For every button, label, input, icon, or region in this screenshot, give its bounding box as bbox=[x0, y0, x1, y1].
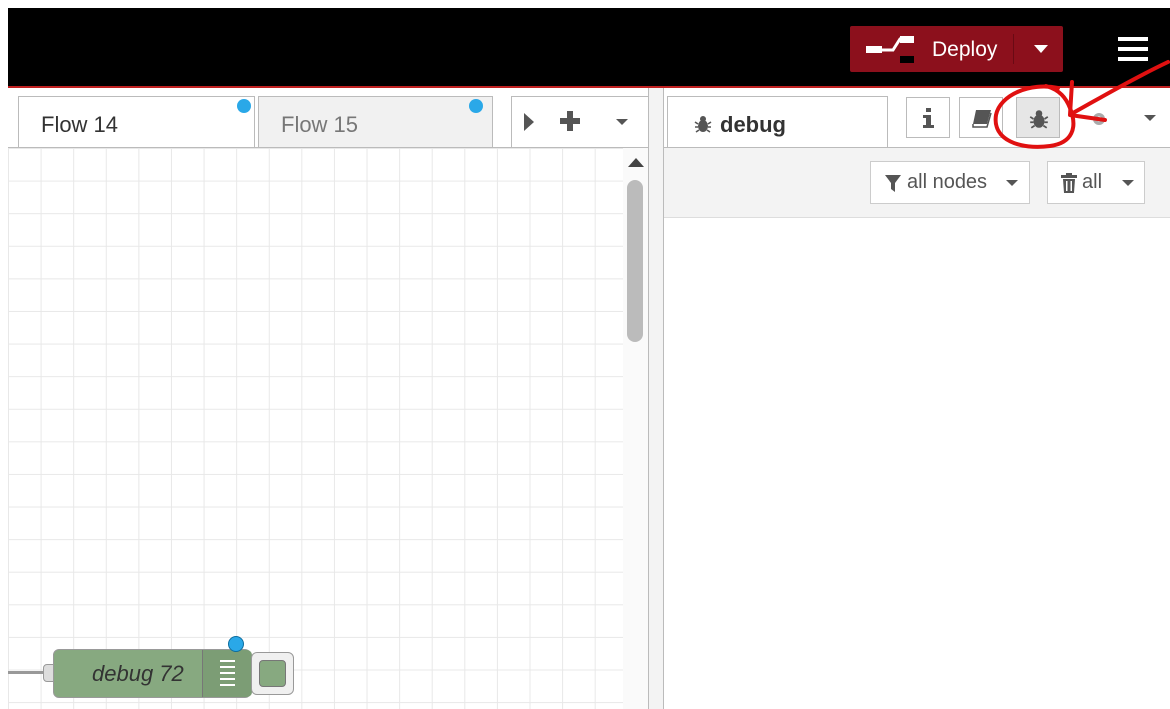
tab-label: Flow 15 bbox=[281, 112, 359, 137]
deploy-icon bbox=[866, 36, 914, 63]
scrollbar-thumb[interactable] bbox=[627, 180, 643, 342]
changed-dot-icon bbox=[237, 99, 251, 113]
debug-node[interactable]: debug 72 bbox=[53, 649, 252, 698]
debug-button[interactable] bbox=[1016, 97, 1060, 138]
deploy-label: Deploy bbox=[932, 38, 998, 61]
tab-debug[interactable]: debug bbox=[667, 96, 888, 149]
caret-down-icon[interactable] bbox=[1144, 115, 1156, 121]
sidebar-separator[interactable] bbox=[648, 88, 664, 709]
help-book-icon bbox=[972, 110, 992, 128]
clear-label: all bbox=[1082, 171, 1103, 193]
tab-flow-14[interactable]: Flow 14 bbox=[18, 96, 255, 150]
sidebar-tabs: debug bbox=[664, 88, 1170, 149]
gear-icon[interactable] bbox=[1089, 109, 1109, 129]
debug-toolbar: all nodes all bbox=[664, 148, 1170, 218]
canvas-scrollbar[interactable] bbox=[623, 148, 648, 709]
scroll-up-icon[interactable] bbox=[628, 158, 644, 167]
plus-icon[interactable] bbox=[559, 110, 581, 132]
node-toggle-button[interactable] bbox=[251, 652, 294, 695]
filter-icon bbox=[885, 175, 901, 192]
info-button[interactable] bbox=[906, 97, 950, 138]
workspace-tabs: Flow 14 Flow 15 bbox=[8, 88, 656, 150]
node-wire[interactable] bbox=[8, 671, 48, 674]
tab-flow-15[interactable]: Flow 15 bbox=[258, 96, 493, 148]
tab-tools bbox=[511, 96, 656, 148]
play-icon[interactable] bbox=[522, 111, 536, 133]
caret-down-icon bbox=[1006, 180, 1018, 186]
caret-down-icon[interactable] bbox=[1034, 45, 1048, 53]
deploy-separator bbox=[1013, 34, 1014, 64]
changed-dot-icon bbox=[228, 636, 244, 652]
list-icon bbox=[202, 650, 252, 697]
caret-down-icon bbox=[1122, 180, 1134, 186]
deploy-button[interactable]: Deploy bbox=[850, 26, 1063, 72]
flow-canvas[interactable] bbox=[8, 148, 623, 709]
filter-label: all nodes bbox=[907, 171, 988, 193]
filter-nodes-button[interactable]: all nodes bbox=[870, 161, 1030, 204]
sidebar: debug all nodes all bbox=[664, 88, 1170, 709]
sidebar-tab-label: debug bbox=[720, 112, 786, 137]
trash-icon bbox=[1061, 173, 1077, 193]
node-label: debug 72 bbox=[92, 661, 184, 686]
help-button[interactable] bbox=[959, 97, 1003, 138]
clear-messages-button[interactable]: all bbox=[1047, 161, 1145, 204]
caret-down-icon[interactable] bbox=[616, 119, 628, 125]
bug-icon bbox=[694, 116, 712, 133]
info-icon bbox=[923, 108, 934, 128]
bug-icon bbox=[1029, 110, 1049, 129]
tab-label: Flow 14 bbox=[41, 112, 119, 137]
changed-dot-icon bbox=[469, 99, 483, 113]
menu-icon[interactable] bbox=[1118, 37, 1148, 61]
